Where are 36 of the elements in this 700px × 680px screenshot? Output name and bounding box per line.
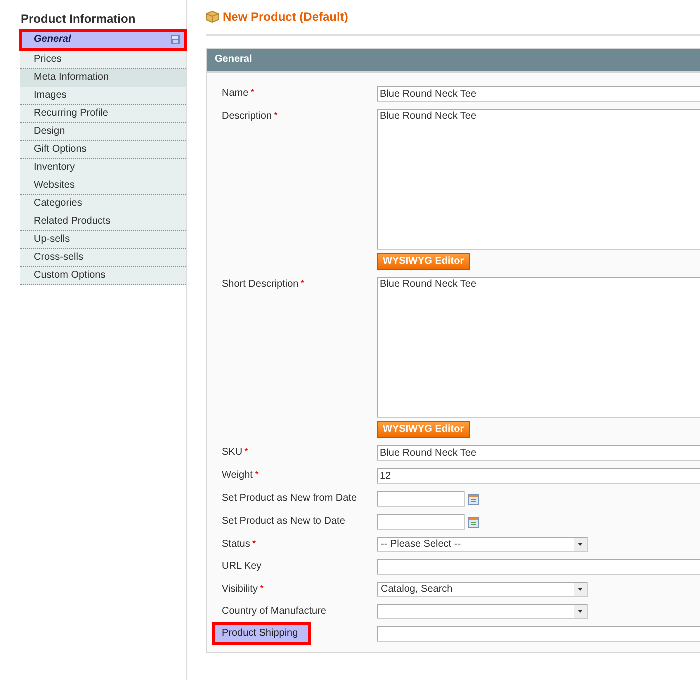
sidebar-tab[interactable]: Meta Information: [20, 69, 186, 87]
field-label: Name *: [222, 88, 255, 99]
sidebar-tab[interactable]: Websites: [20, 177, 186, 195]
text-field[interactable]: Blue Round Neck Tee: [377, 86, 700, 102]
field-label: Country of Manufacture: [222, 606, 326, 617]
field-label: Weight *: [222, 470, 259, 481]
select-field[interactable]: Catalog, Search: [377, 582, 588, 597]
sidebar-tab[interactable]: Cross-sells: [20, 249, 186, 267]
select-field[interactable]: -- Please Select --: [377, 537, 588, 552]
sidebar-tab[interactable]: Gift Options: [20, 141, 186, 159]
sidebar-tab[interactable]: General: [20, 30, 186, 50]
field-label: Set Product as New from Date: [222, 493, 358, 504]
sidebar-title: Product Information: [21, 12, 136, 26]
text-field[interactable]: 12: [377, 468, 700, 484]
text-area[interactable]: Blue Round Neck Tee: [377, 277, 700, 418]
field-label: Set Product as New to Date: [222, 516, 346, 527]
field-label: Description *: [222, 111, 278, 122]
sidebar-tab[interactable]: Prices: [20, 51, 186, 69]
sidebar-tab[interactable]: Categories: [20, 195, 186, 213]
field-label: URL Key: [222, 561, 262, 572]
sidebar-tab[interactable]: Images: [20, 87, 186, 105]
fieldset-title: General: [207, 49, 700, 73]
sidebar-tab[interactable]: Design: [20, 123, 186, 141]
sidebar-tab[interactable]: Up-sells: [20, 231, 186, 249]
field-label: Status *: [222, 539, 256, 550]
sidebar-tab[interactable]: Inventory: [20, 159, 186, 177]
text-field[interactable]: Blue Round Neck Tee: [377, 445, 700, 461]
text-area[interactable]: Blue Round Neck Tee: [377, 109, 700, 250]
field-label: Short Description *: [222, 279, 305, 290]
sidebar-tab[interactable]: Custom Options: [20, 267, 186, 285]
field-label: Visibility *: [222, 584, 264, 595]
sidebar-tab[interactable]: Recurring Profile: [20, 105, 186, 123]
page-title: New Product (Default): [223, 10, 348, 24]
sidebar-tab[interactable]: Related Products: [20, 213, 186, 231]
field-label: Product Shipping: [215, 625, 308, 642]
field-label: SKU *: [222, 447, 248, 458]
